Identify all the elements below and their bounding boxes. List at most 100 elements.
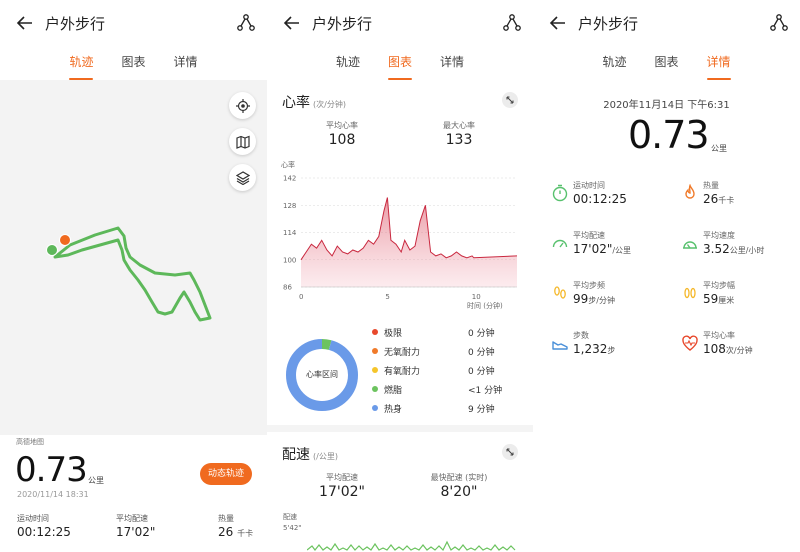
distance-value: 0.73 [15, 450, 88, 490]
expand-button[interactable] [502, 92, 518, 108]
metric-unit: 步/分钟 [588, 296, 615, 305]
page-title: 户外步行 [578, 15, 639, 33]
metric-item: 平均配速 17'02"/公里 [551, 230, 671, 264]
heart-rate-title: 心率 (次/分钟) [282, 92, 346, 112]
detail-panel: 户外步行 轨迹 图表 详情 2020年11月14日 下午6:31 0.73 公里… [533, 0, 800, 552]
fast-pace-value: 8'20" [440, 484, 478, 500]
expand-button[interactable] [502, 444, 518, 460]
metric-label: 步数 [573, 331, 589, 340]
calorie-value: 26 [218, 525, 234, 539]
tab-bar: 轨迹 图表 详情 [267, 50, 533, 80]
hr-area [301, 197, 517, 287]
tab-chart[interactable]: 图表 [119, 50, 147, 80]
heart-rate-chart: 心率 86 100 114 128 142 0 5 10时间 (分钟) [281, 160, 518, 310]
gauge-icon [683, 241, 697, 249]
tab-bar: 轨迹 图表 详情 [0, 50, 267, 80]
layers-button[interactable] [229, 164, 256, 191]
metric-label: 平均心率 [703, 331, 735, 340]
zone-name: 热身 [384, 405, 403, 415]
zone-legend-item: 热身 9 分钟 [372, 402, 512, 416]
locate-button[interactable] [229, 92, 256, 119]
pace-axis-tick: 5'42" [283, 524, 302, 532]
stat-value: 00:12:25 [17, 525, 71, 539]
footprints-icon [554, 286, 566, 299]
metric-label: 运动时间 [573, 181, 605, 190]
pace-card: 配速 (/公里) 平均配速 17'02" 最快配速 (实时) 8'20" 配速 5… [267, 432, 533, 552]
y-tick-label: 100 [283, 256, 296, 264]
y-tick-label: 128 [283, 202, 296, 210]
metric-value: 108次/分钟 [703, 342, 753, 356]
map-toggle-button[interactable] [229, 128, 256, 155]
metric-label: 平均步幅 [703, 281, 735, 290]
metric-unit: 次/分钟 [725, 346, 753, 355]
stride-icon [684, 287, 696, 299]
flame-icon [685, 184, 695, 199]
expand-icon [506, 448, 514, 456]
metric-item: 步数 1,232步 [551, 330, 671, 364]
share-icon[interactable] [237, 13, 255, 33]
tab-detail[interactable]: 详情 [172, 50, 200, 80]
shoe-icon [552, 341, 568, 350]
pace-unit: (/公里) [313, 452, 338, 461]
metric-item: 平均心率 108次/分钟 [681, 330, 800, 364]
zone-value: 9 分钟 [468, 405, 495, 415]
fast-pace-label: 最快配速 (实时) [430, 473, 488, 482]
workout-datetime: 2020年11月14日 下午6:31 [603, 100, 730, 111]
stat-label: 运动时间 [17, 514, 49, 523]
stat-value: 17'02" [116, 525, 156, 539]
metric-label: 热量 [703, 181, 719, 190]
heart-title-text: 心率 [282, 95, 310, 111]
y-axis-unit: 心率 [281, 160, 295, 169]
metric-label: 平均速度 [703, 231, 735, 240]
x-tick-label: 5 [385, 293, 389, 301]
tab-chart[interactable]: 图表 [386, 50, 414, 80]
tab-chart[interactable]: 图表 [652, 50, 680, 80]
route-path [53, 226, 212, 322]
share-icon[interactable] [770, 13, 788, 33]
back-arrow-icon[interactable] [548, 13, 568, 33]
metric-value: 17'02"/公里 [573, 242, 631, 256]
metric-unit: 公里/小时 [729, 246, 765, 255]
zone-value: 0 分钟 [468, 367, 495, 377]
tab-bar: 轨迹 图表 详情 [533, 50, 800, 80]
distance-unit: 公里 [88, 476, 104, 485]
tab-track[interactable]: 轨迹 [600, 50, 628, 80]
metric-number: 59 [703, 292, 719, 306]
top-bar: 户外步行 [533, 0, 800, 46]
tab-detail[interactable]: 详情 [705, 50, 733, 80]
heart-unit: (次/分钟) [313, 100, 346, 109]
zone-legend-item: 有氧耐力 0 分钟 [372, 364, 512, 378]
zone-color-dot [372, 367, 378, 373]
metric-value: 26千卡 [703, 192, 734, 206]
y-tick-label: 86 [283, 284, 292, 292]
metric-number: 17'02" [573, 242, 613, 256]
expand-icon [506, 96, 514, 104]
metric-value: 59厘米 [703, 292, 734, 306]
zone-color-dot [372, 386, 378, 392]
dynamic-track-button[interactable]: 动态轨迹 [200, 463, 252, 485]
back-arrow-icon[interactable] [15, 13, 35, 33]
workout-date: 2020/11/14 18:31 [17, 490, 89, 499]
metric-unit: /公里 [612, 246, 632, 255]
pace-axis-unit: 配速 [283, 513, 297, 521]
zone-legend-item: 无氧耐力 0 分钟 [372, 345, 512, 359]
start-marker-icon [46, 244, 58, 256]
tab-track[interactable]: 轨迹 [334, 50, 362, 80]
metric-number: 108 [703, 342, 726, 356]
stat-label: 热量 [218, 514, 234, 523]
tab-track[interactable]: 轨迹 [67, 50, 95, 80]
zone-color-dot [372, 405, 378, 411]
back-arrow-icon[interactable] [282, 13, 302, 33]
zone-legend-item: 极限 0 分钟 [372, 326, 512, 340]
share-icon[interactable] [503, 13, 521, 33]
metric-label: 平均步频 [573, 281, 605, 290]
metric-number: 99 [573, 292, 589, 306]
metric-number: 00:12:25 [573, 192, 627, 206]
distance-unit: 公里 [711, 144, 727, 153]
tab-detail[interactable]: 详情 [438, 50, 466, 80]
stat-value: 26 千卡 [218, 525, 253, 539]
metric-number: 1,232 [573, 342, 608, 356]
stopwatch-icon [552, 184, 568, 202]
metric-item: 热量 26千卡 [681, 180, 800, 214]
route-map[interactable] [0, 80, 267, 435]
